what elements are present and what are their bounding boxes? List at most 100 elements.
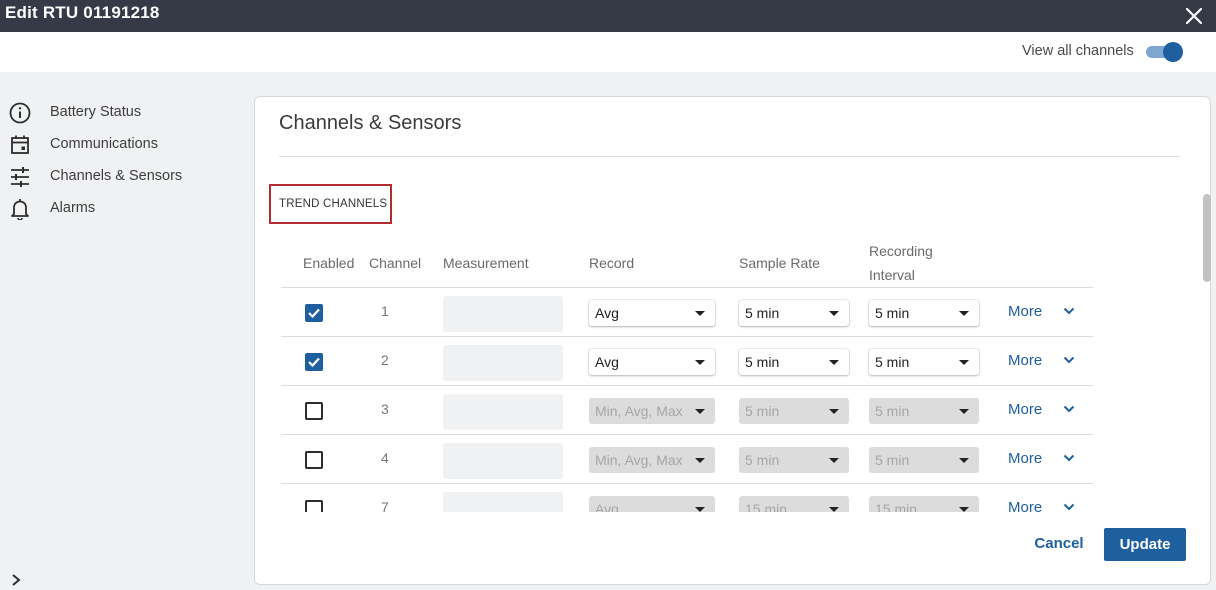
sample-rate-select: 5 min: [739, 398, 849, 424]
enabled-checkbox[interactable]: [305, 304, 323, 322]
channel-view-bar: View all channels: [0, 32, 1216, 72]
view-all-channels-toggle[interactable]: [1146, 42, 1183, 62]
update-button[interactable]: Update: [1104, 528, 1186, 561]
recording-interval-select[interactable]: 5 min: [869, 300, 979, 326]
sliders-icon: [11, 167, 29, 187]
sidebar-item-channels-sensors[interactable]: Channels & Sensors: [0, 163, 240, 191]
caret-down-icon: [695, 311, 705, 316]
col-header-interval: Interval: [869, 267, 915, 283]
sample-rate-select: 5 min: [739, 447, 849, 473]
title-bar: Edit RTU 01191218: [0, 0, 1216, 32]
sidebar-item-communications[interactable]: Communications: [0, 131, 240, 159]
col-header-record: Record: [589, 255, 635, 271]
chevron-right-icon[interactable]: [8, 572, 24, 588]
more-link[interactable]: More: [1008, 401, 1042, 418]
recording-interval-value: 5 min: [875, 354, 910, 370]
recording-interval-select: 5 min: [869, 398, 979, 424]
window-title: Edit RTU 01191218: [5, 3, 160, 22]
chevron-down-icon[interactable]: [1063, 452, 1075, 464]
enabled-checkbox[interactable]: [305, 500, 323, 512]
sample-rate-select: 15 min: [739, 496, 849, 512]
table-row: 4 Min, Avg, Max 5 min 5 min More: [281, 435, 1093, 484]
caret-down-icon: [959, 409, 969, 414]
table-row: 1 Avg 5 min 5 min More: [281, 288, 1093, 337]
sidebar-item-label: Channels & Sensors: [50, 168, 183, 184]
measurement-field[interactable]: [443, 296, 563, 332]
sample-rate-value: 5 min: [745, 305, 780, 321]
recording-interval-value: 5 min: [875, 452, 910, 468]
more-link[interactable]: More: [1008, 303, 1042, 320]
caret-down-icon: [829, 311, 839, 316]
sidebar-item-battery-status[interactable]: Battery Status: [0, 99, 240, 127]
caret-down-icon: [829, 360, 839, 365]
caret-down-icon: [829, 458, 839, 463]
title-divider: [279, 156, 1180, 157]
check-icon: [308, 357, 320, 368]
caret-down-icon: [959, 360, 969, 365]
sidebar-item-label: Battery Status: [50, 104, 142, 120]
col-header-measurement: Measurement: [443, 255, 529, 271]
record-value: Min, Avg, Max: [595, 452, 683, 468]
caret-down-icon: [695, 458, 705, 463]
enabled-checkbox[interactable]: [305, 451, 323, 469]
scrollbar-thumb[interactable]: [1203, 194, 1211, 282]
vertical-scrollbar[interactable]: [1201, 194, 1211, 284]
recording-interval-select[interactable]: 5 min: [869, 349, 979, 375]
channel-number: 1: [381, 303, 389, 319]
recording-interval-value: 15 min: [875, 501, 918, 512]
sample-rate-value: 5 min: [745, 452, 780, 468]
record-value: Avg: [595, 354, 619, 370]
trend-channels-section-label: TREND CHANNELS: [269, 184, 392, 224]
bell-icon: [11, 199, 29, 220]
caret-down-icon: [959, 311, 969, 316]
enabled-checkbox[interactable]: [305, 402, 323, 420]
measurement-field: [443, 394, 563, 430]
recording-interval-value: 5 min: [875, 305, 910, 321]
check-icon: [308, 308, 320, 319]
recording-interval-select: 5 min: [869, 447, 979, 473]
close-icon[interactable]: [1183, 5, 1205, 27]
recording-interval-select: 15 min: [869, 496, 979, 512]
record-select[interactable]: Avg: [589, 349, 715, 375]
chevron-down-icon[interactable]: [1063, 403, 1075, 415]
table-row: 2 Avg 5 min 5 min More: [281, 337, 1093, 386]
enabled-checkbox[interactable]: [305, 353, 323, 371]
sidebar-item-label: Communications: [50, 136, 158, 152]
cancel-button[interactable]: Cancel: [1030, 530, 1088, 558]
caret-down-icon: [959, 458, 969, 463]
sample-rate-value: 5 min: [745, 403, 780, 419]
record-select: Min, Avg, Max: [589, 447, 715, 473]
col-header-enabled: Enabled: [303, 255, 355, 271]
view-all-channels-label: View all channels: [1022, 43, 1134, 59]
sidebar-item-alarms[interactable]: Alarms: [0, 195, 240, 223]
channel-number: 4: [381, 450, 389, 466]
chevron-down-icon[interactable]: [1063, 354, 1075, 366]
caret-down-icon: [829, 507, 839, 512]
more-link[interactable]: More: [1008, 450, 1042, 467]
more-link[interactable]: More: [1008, 499, 1042, 512]
caret-down-icon: [695, 360, 705, 365]
caret-down-icon: [829, 409, 839, 414]
record-value: Min, Avg, Max: [595, 403, 683, 419]
chevron-down-icon[interactable]: [1063, 501, 1075, 512]
channels-sensors-card: Channels & Sensors TREND CHANNELS Enable…: [254, 96, 1211, 585]
caret-down-icon: [695, 507, 705, 512]
page-title: Channels & Sensors: [279, 112, 462, 134]
record-select[interactable]: Avg: [589, 300, 715, 326]
record-select: Avg: [589, 496, 715, 512]
chevron-down-icon[interactable]: [1063, 305, 1075, 317]
record-select: Min, Avg, Max: [589, 398, 715, 424]
sample-rate-value: 5 min: [745, 354, 780, 370]
recording-interval-value: 5 min: [875, 403, 910, 419]
channels-table: Enabled Channel Measurement Record Sampl…: [281, 237, 1093, 512]
sample-rate-select[interactable]: 5 min: [739, 349, 849, 375]
record-value: Avg: [595, 305, 619, 321]
sample-rate-value: 15 min: [745, 501, 788, 512]
calendar-icon: [11, 135, 29, 154]
info-circle-icon: [9, 102, 31, 124]
measurement-field[interactable]: [443, 345, 563, 381]
record-value: Avg: [595, 501, 619, 512]
table-row: 7 Avg 15 min 15 min More: [281, 484, 1093, 512]
more-link[interactable]: More: [1008, 352, 1042, 369]
sample-rate-select[interactable]: 5 min: [739, 300, 849, 326]
